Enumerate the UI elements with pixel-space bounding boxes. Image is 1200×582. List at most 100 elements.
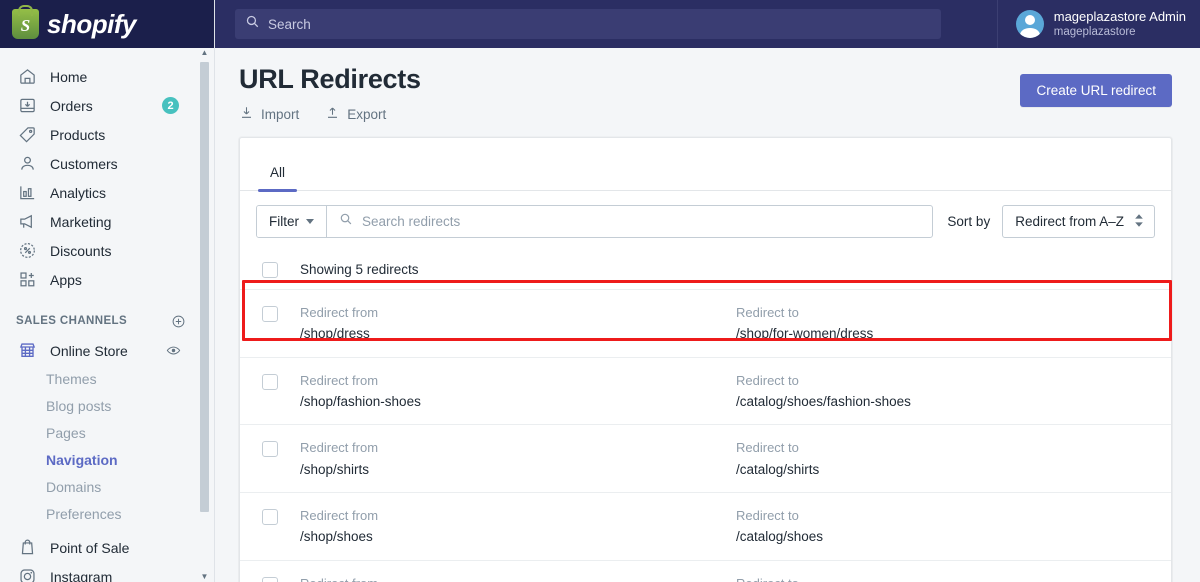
row-checkbox[interactable] <box>262 306 278 322</box>
user-menu[interactable]: mageplazastore Admin mageplazastore <box>996 0 1200 48</box>
scroll-down-arrow-icon[interactable]: ▼ <box>200 572 209 582</box>
redirect-from-cell: Redirect from /shop/shoes <box>300 506 736 548</box>
sidebar-item-label: Analytics <box>50 184 107 201</box>
export-label: Export <box>347 106 387 122</box>
import-label: Import <box>261 106 300 122</box>
redirect-from-label: Redirect from <box>300 372 379 388</box>
table-row[interactable]: Redirect from /shop/shirts Redirect to /… <box>240 425 1171 494</box>
create-url-redirect-button[interactable]: Create URL redirect <box>1020 74 1172 107</box>
sidebar-item-analytics[interactable]: Analytics <box>0 178 214 207</box>
showing-row: Showing 5 redirects <box>240 250 1171 290</box>
sidebar-item-marketing[interactable]: Marketing <box>0 207 214 236</box>
upload-arrow-icon <box>325 105 340 123</box>
redirect-to-cell: Redirect to /catalog/shoes <box>736 506 823 548</box>
sidebar-item-preferences[interactable]: Preferences <box>0 500 214 527</box>
global-search-placeholder: Search <box>268 16 311 32</box>
sidebar-item-themes[interactable]: Themes <box>0 365 214 392</box>
global-search-input[interactable]: Search <box>235 9 941 39</box>
sales-channels-header: SALES CHANNELS <box>0 306 214 336</box>
redirect-from-cell: Redirect from /shop/dress <box>300 303 736 345</box>
sidebar-item-label: Apps <box>50 271 82 288</box>
sidebar-item-home[interactable]: Home <box>0 62 214 91</box>
sidebar-scrollbar[interactable]: ▲ ▼ <box>200 48 209 582</box>
tag-icon <box>16 124 38 146</box>
redirect-from-value: /shop/fashion-shoes <box>300 393 421 409</box>
eye-icon[interactable] <box>166 343 181 358</box>
redirect-to-value: /catalog/shoes <box>736 529 824 545</box>
instagram-icon <box>16 566 38 582</box>
home-icon <box>16 66 38 88</box>
filter-button[interactable]: Filter <box>257 206 327 237</box>
sidebar-item-label: Point of Sale <box>50 539 130 556</box>
bar-chart-icon <box>16 182 38 204</box>
row-checkbox[interactable] <box>262 509 278 526</box>
plus-circle-icon[interactable] <box>171 314 186 329</box>
table-row[interactable]: Redirect from /shop/unlimited-leather-sh… <box>240 561 1171 582</box>
redirect-to-label: Redirect to <box>736 372 799 388</box>
redirect-from-label: Redirect from <box>300 508 379 524</box>
redirect-from-cell: Redirect from /shop/fashion-shoes <box>300 371 736 413</box>
chevron-down-icon <box>306 219 314 224</box>
row-checkbox[interactable] <box>262 576 278 582</box>
person-icon <box>16 153 38 175</box>
export-button[interactable]: Export <box>325 105 386 123</box>
table-row[interactable]: Redirect from /shop/fashion-shoes Redire… <box>240 358 1171 426</box>
redirect-to-cell: Redirect to /catalog/shoes/unlimited-lea… <box>736 574 967 582</box>
table-row[interactable]: Redirect from /shop/shoes Redirect to /c… <box>240 493 1171 561</box>
redirect-to-cell: Redirect to /shop/for-women/dress <box>736 303 873 345</box>
sidebar-item-label: Preferences <box>46 505 122 522</box>
sidebar-item-orders[interactable]: Orders 2 <box>0 91 214 120</box>
sidebar-item-point-of-sale[interactable]: Point of Sale <box>0 533 214 562</box>
redirect-from-label: Redirect from <box>300 305 379 320</box>
search-redirects-input[interactable]: Search redirects <box>327 212 932 231</box>
sort-select-value: Redirect from A–Z <box>1015 214 1124 229</box>
sidebar-item-apps[interactable]: Apps <box>0 265 214 294</box>
redirects-card: All Filter Search redirects Sort by Redi… <box>239 137 1172 582</box>
redirect-to-value: /catalog/shoes/fashion-shoes <box>736 393 911 409</box>
sidebar-item-customers[interactable]: Customers <box>0 149 214 178</box>
scroll-up-arrow-icon[interactable]: ▲ <box>200 48 209 58</box>
redirect-to-label: Redirect to <box>736 440 799 456</box>
updown-arrows-icon <box>1134 213 1144 230</box>
shopify-bag-icon: S <box>12 5 39 39</box>
sidebar-item-discounts[interactable]: Discounts <box>0 236 214 265</box>
sidebar-item-label: Domains <box>46 478 102 495</box>
sidebar-item-online-store[interactable]: Online Store <box>0 336 214 365</box>
tab-all[interactable]: All <box>258 165 298 192</box>
search-icon <box>339 212 353 231</box>
sidebar-item-pages[interactable]: Pages <box>0 419 214 446</box>
select-all-checkbox[interactable] <box>262 261 278 278</box>
sidebar-item-label: Marketing <box>50 213 112 230</box>
sort-select[interactable]: Redirect from A–Z <box>1002 205 1155 238</box>
search-icon <box>245 14 260 34</box>
sidebar-item-label: Themes <box>46 370 97 387</box>
sidebar-item-instagram[interactable]: Instagram <box>0 562 214 582</box>
sidebar-item-label: Discounts <box>50 242 112 259</box>
sidebar-scroll-area: Home Orders 2 Products Customers Analyti… <box>0 48 214 582</box>
redirect-to-label: Redirect to <box>736 305 799 320</box>
shopify-logo[interactable]: S shopify <box>0 0 214 48</box>
row-checkbox[interactable] <box>262 373 278 390</box>
sidebar-item-label: Customers <box>50 155 118 172</box>
logo-letter: S <box>20 15 31 35</box>
sidebar-item-domains[interactable]: Domains <box>0 473 214 500</box>
redirect-to-label: Redirect to <box>736 508 799 524</box>
sidebar-item-products[interactable]: Products <box>0 120 214 149</box>
redirect-from-value: /shop/dress <box>300 326 370 342</box>
row-checkbox[interactable] <box>262 441 278 458</box>
sidebar-item-blog-posts[interactable]: Blog posts <box>0 392 214 419</box>
sidebar-scrollbar-thumb[interactable] <box>200 62 209 512</box>
page-header: URL Redirects Import Export Create URL r… <box>239 48 1172 123</box>
search-redirects-placeholder: Search redirects <box>362 214 461 229</box>
user-store-name: mageplazastore <box>1053 25 1136 38</box>
sidebar-item-label: Online Store <box>50 342 128 359</box>
page-content: URL Redirects Import Export Create URL r… <box>215 48 1200 582</box>
table-row[interactable]: Redirect from /shop/dress Redirect to /s… <box>240 290 1171 358</box>
card-tabs: All <box>240 138 1171 192</box>
redirect-to-value: /shop/for-women/dress <box>736 326 874 342</box>
redirect-to-label: Redirect to <box>736 574 967 582</box>
import-button[interactable]: Import <box>239 105 299 123</box>
sort-by-label: Sort by <box>947 214 991 229</box>
sidebar-item-navigation[interactable]: Navigation <box>0 446 214 473</box>
page-actions: Import Export <box>239 105 421 123</box>
